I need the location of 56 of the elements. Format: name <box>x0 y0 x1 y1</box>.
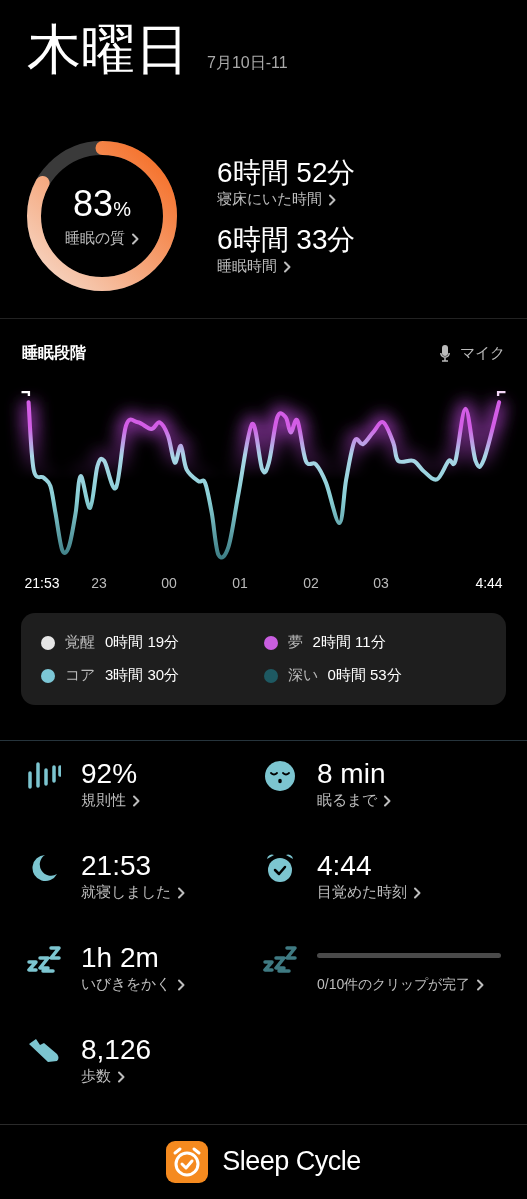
duration-value: 6時間 52分 <box>217 156 356 190</box>
microphone-icon <box>440 345 450 362</box>
stage-duration: 0時間 19分 <box>105 633 180 652</box>
detail-link[interactable]: 目覚めた時刻 <box>317 883 421 902</box>
stage-duration: 0時間 53分 <box>327 666 402 685</box>
chevron-icon <box>132 794 140 807</box>
metric-value: 92% <box>81 757 139 791</box>
detail-link[interactable]: 規則性 <box>81 791 140 810</box>
metric-value: 1h 2m <box>81 941 160 975</box>
metric-value: 8 min <box>317 757 387 791</box>
day-title: 木曜日 <box>27 18 189 80</box>
duration-value: 6時間 33分 <box>217 223 356 257</box>
metric-value: 8,126 <box>81 1033 152 1067</box>
sleeping-face-icon <box>265 761 295 791</box>
section-title: 睡眠段階 <box>22 343 86 363</box>
chevron-icon <box>328 193 336 206</box>
time-label: 01 <box>232 575 248 591</box>
chevron-icon <box>177 886 185 899</box>
detail-link[interactable]: 眠るまで <box>317 791 391 810</box>
date-range: 7月10日-11 <box>207 53 288 73</box>
time-label: 03 <box>373 575 389 591</box>
detail-link[interactable]: 睡眠の質 <box>65 229 139 248</box>
metric-value: 4:44 <box>317 849 373 883</box>
metric-value: 21:53 <box>81 849 153 883</box>
time-label: 4:44 <box>475 575 503 591</box>
app-name: Sleep Cycle <box>222 1146 361 1177</box>
detail-link[interactable]: 就寝しました <box>81 883 185 902</box>
stage-name: 覚醒 <box>65 633 95 652</box>
detail-link[interactable]: いびきをかく <box>81 975 185 994</box>
quality-percent: 83% <box>73 184 131 226</box>
time-label: 21:53 <box>24 575 60 591</box>
bars-icon <box>27 761 61 791</box>
source-label: マイク <box>460 344 505 363</box>
detail-link[interactable]: 0/10件のクリップが完了 <box>317 976 501 994</box>
stage-name: コア <box>65 666 95 685</box>
stage-name: 夢 <box>287 633 303 652</box>
detail-link[interactable]: 寝床にいた時間 <box>217 190 336 209</box>
stage-duration: 2時間 11分 <box>312 633 386 652</box>
chevron-icon <box>413 886 421 899</box>
chevron-icon <box>117 1070 125 1083</box>
moon-icon <box>29 853 59 883</box>
stage-name: 深い <box>287 666 318 685</box>
chevron-icon <box>383 794 391 807</box>
chevron-icon <box>476 979 485 991</box>
time-label: 23 <box>91 575 107 591</box>
chevron-icon <box>283 260 291 273</box>
chevron-icon <box>131 232 139 245</box>
alarm-clock-icon <box>265 853 295 883</box>
detail-link[interactable]: 睡眠時間 <box>217 257 291 276</box>
detail-link[interactable]: 歩数 <box>81 1067 125 1086</box>
time-label: 02 <box>303 575 319 591</box>
stage-duration: 3時間 30分 <box>105 666 180 685</box>
shoe-icon <box>27 1037 61 1065</box>
time-label: 00 <box>161 575 177 591</box>
chevron-icon <box>177 978 185 991</box>
app-logo-icon <box>166 1140 209 1183</box>
